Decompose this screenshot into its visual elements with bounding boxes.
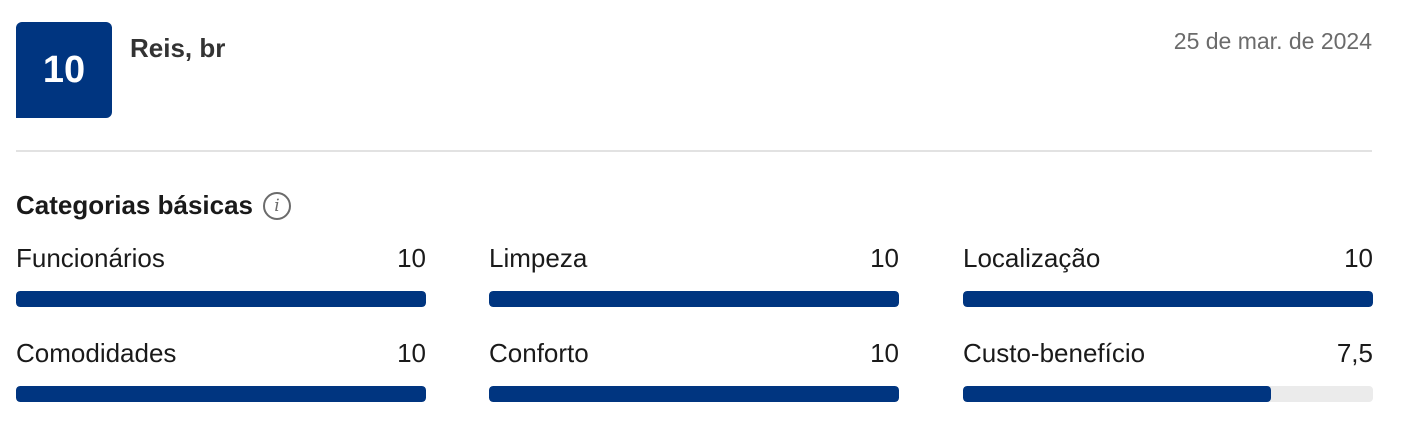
category-bar-fill <box>489 386 899 402</box>
category-bar-track <box>963 291 1373 307</box>
category-bar-fill <box>16 386 426 402</box>
category-bar-track <box>489 291 899 307</box>
category-score: 10 <box>1344 243 1373 273</box>
categories-section-title: Categorias básicas i <box>16 190 292 221</box>
category-score: 10 <box>870 243 899 273</box>
category-staff: Funcionários 10 <box>16 243 426 315</box>
category-label: Localização <box>963 243 1101 273</box>
category-label: Conforto <box>489 338 589 368</box>
category-label: Custo-benefício <box>963 338 1146 368</box>
category-cleanliness: Limpeza 10 <box>489 243 899 315</box>
review-score-badge: 10 <box>16 22 112 118</box>
category-bar-track <box>489 386 899 402</box>
category-value-for-money: Custo-benefício 7,5 <box>963 338 1373 410</box>
category-score: 10 <box>397 338 426 368</box>
review-date: 25 de mar. de 2024 <box>1173 28 1372 54</box>
divider <box>16 150 1372 152</box>
reviewer-name: Reis, br <box>130 33 226 63</box>
category-bar-track <box>963 386 1373 402</box>
category-score: 7,5 <box>1336 338 1373 368</box>
category-score: 10 <box>397 243 426 273</box>
category-label: Comodidades <box>16 338 177 368</box>
category-bar-fill <box>963 291 1373 307</box>
category-bar-fill <box>489 291 899 307</box>
category-bar-track <box>16 386 426 402</box>
category-location: Localização 10 <box>963 243 1373 315</box>
category-bar-track <box>16 291 426 307</box>
info-icon[interactable]: i <box>263 191 292 220</box>
category-label: Funcionários <box>16 243 165 273</box>
category-score: 10 <box>870 338 899 368</box>
category-bar-fill <box>963 386 1271 402</box>
section-title-text: Categorias básicas <box>16 190 254 220</box>
category-facilities: Comodidades 10 <box>16 338 426 410</box>
category-bar-fill <box>16 291 426 307</box>
category-comfort: Conforto 10 <box>489 338 899 410</box>
category-label: Limpeza <box>489 243 588 273</box>
